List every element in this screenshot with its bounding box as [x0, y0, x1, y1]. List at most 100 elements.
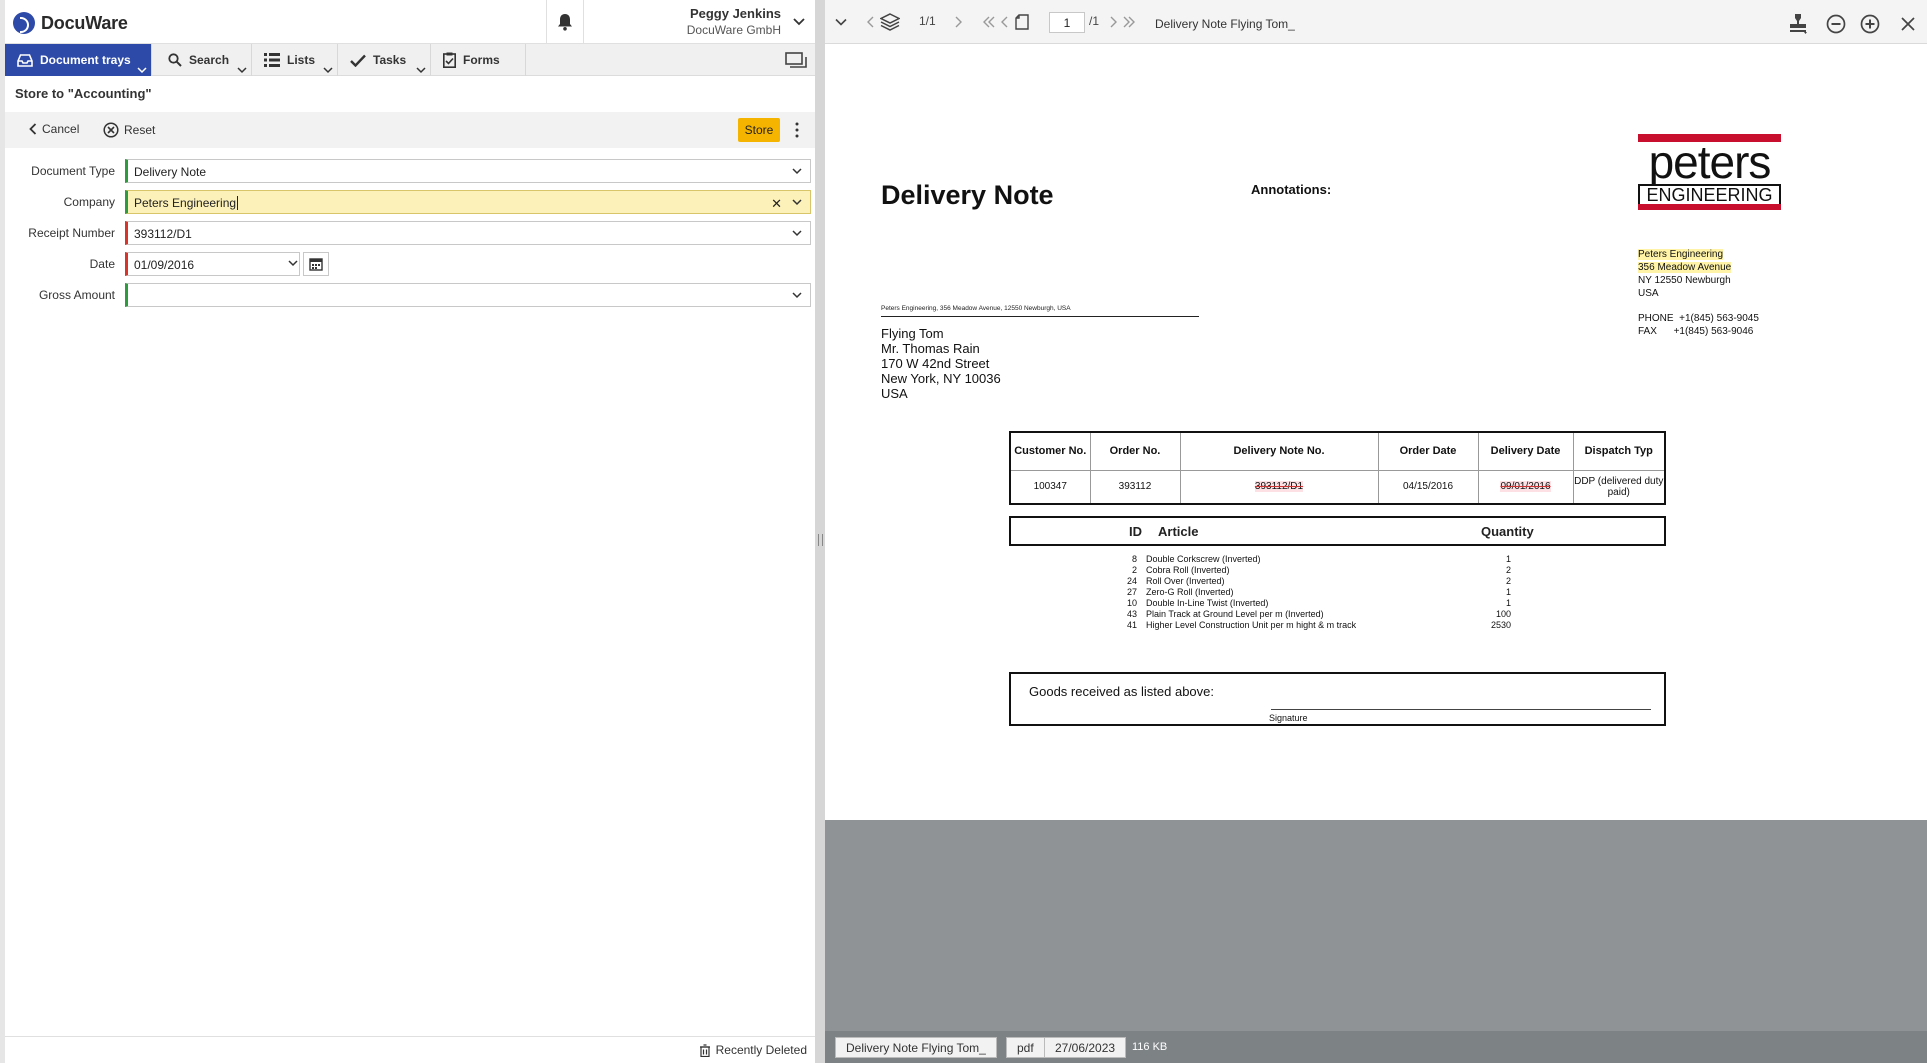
signature-line — [1271, 709, 1651, 710]
nav-search[interactable]: Search — [156, 44, 252, 76]
article-name: Zero-G Roll (Inverted) — [1146, 587, 1234, 597]
company-field[interactable]: Peters Engineering ✕ — [125, 190, 811, 214]
chevron-down-icon[interactable] — [137, 66, 147, 74]
article-name: Higher Level Construction Unit per m hig… — [1146, 620, 1357, 630]
zoom-out-icon[interactable] — [1826, 14, 1846, 34]
chevron-down-icon[interactable] — [791, 14, 807, 30]
recipient-line: 170 W 42nd Street — [881, 356, 990, 371]
receipt-number-field[interactable]: 393112/D1 — [125, 221, 811, 245]
annotations-label: Annotations: — [1251, 182, 1332, 197]
sender-company: Peters Engineering — [1638, 249, 1724, 260]
chevron-down-icon[interactable] — [792, 291, 802, 299]
recently-deleted-button[interactable]: Recently Deleted — [699, 1043, 807, 1057]
list-item: 27 Zero-G Roll (Inverted) 1 — [1009, 587, 1666, 598]
nav-tasks[interactable]: Tasks — [338, 44, 431, 76]
article-name: Roll Over (Inverted) — [1146, 576, 1225, 586]
logo-word: peters — [1648, 136, 1772, 188]
app-name: DocuWare — [41, 12, 128, 33]
form-row-receipt-number: Receipt Number 393112/D1 — [5, 221, 815, 245]
articles-header-id: ID — [1129, 524, 1142, 539]
document-heading: Delivery Note — [881, 180, 1054, 210]
clear-icon[interactable]: ✕ — [771, 196, 782, 212]
file-name-chip[interactable]: Delivery Note Flying Tom_ — [835, 1037, 997, 1058]
chevron-down-icon[interactable] — [416, 66, 426, 74]
gross-amount-field[interactable] — [125, 283, 811, 307]
document-page: Delivery Note Annotations: peters ENGINE… — [825, 44, 1927, 820]
chevron-down-icon[interactable] — [288, 259, 298, 267]
nav-lists[interactable]: Lists — [252, 44, 338, 76]
reset-button[interactable]: Reset — [103, 122, 155, 138]
signature-label: Signature — [1269, 713, 1308, 723]
recipient-line: Flying Tom — [881, 326, 944, 341]
date-label: Date — [89, 257, 115, 271]
form-row-gross-amount: Gross Amount — [5, 283, 815, 307]
previous-page-icon[interactable] — [1001, 16, 1008, 28]
table-header: Dispatch Typ — [1572, 431, 1666, 471]
page-number-input[interactable]: 1 — [1049, 12, 1085, 33]
chevron-down-icon[interactable] — [792, 198, 802, 206]
table-cell: 393112 — [1089, 469, 1181, 505]
chevron-down-icon[interactable] — [323, 66, 333, 74]
file-date-chip[interactable]: 27/06/2023 — [1044, 1037, 1127, 1058]
article-name: Cobra Roll (Inverted) — [1146, 565, 1230, 575]
nav-forms[interactable]: Forms — [431, 44, 526, 76]
window-icon[interactable] — [785, 52, 807, 68]
store-panel: DocuWare Peggy Jenkins DocuWare GmbH Doc… — [0, 0, 815, 1063]
chevron-down-icon[interactable] — [237, 66, 247, 74]
table-cell: DDP (delivered duty paid) — [1572, 469, 1666, 505]
stamp-icon[interactable] — [1787, 12, 1809, 34]
recently-deleted-label: Recently Deleted — [715, 1043, 807, 1057]
pane-divider[interactable] — [815, 0, 825, 1063]
recycle-icon — [699, 1043, 710, 1057]
sender-phone: PHONE +1(845) 563-9045 — [1638, 313, 1759, 324]
document-type-value: Delivery Note — [134, 165, 207, 179]
cancel-button[interactable]: Cancel — [29, 122, 79, 136]
viewer-toolbar: 1/1 1 /1 Delivery Note Flying Tom_ — [825, 0, 1927, 44]
date-field[interactable]: 01/09/2016 — [125, 252, 300, 276]
user-menu[interactable]: Peggy Jenkins DocuWare GmbH — [590, 6, 781, 37]
page-icon[interactable] — [1015, 14, 1029, 30]
zoom-in-icon[interactable] — [1860, 14, 1880, 34]
nav-label: Search — [189, 53, 230, 67]
document-type-field[interactable]: Delivery Note — [125, 159, 811, 183]
store-action-bar: Cancel Reset Store — [5, 112, 815, 148]
calendar-button[interactable] — [303, 252, 329, 276]
sender-address: Peters Engineering 356 Meadow Avenue NY … — [1638, 248, 1759, 338]
file-type-chip[interactable]: pdf — [1006, 1037, 1045, 1058]
first-page-icon[interactable] — [983, 16, 995, 28]
table-header: Customer No. — [1009, 431, 1091, 471]
next-page-icon[interactable] — [1110, 16, 1117, 28]
logo-subtitle: ENGINEERING — [1638, 184, 1781, 206]
article-qty: 1 — [1505, 554, 1511, 564]
kebab-icon[interactable] — [794, 122, 800, 138]
nav-label: Lists — [287, 53, 316, 67]
reset-icon — [103, 122, 119, 138]
viewer-footer: Delivery Note Flying Tom_ pdf 27/06/2023… — [825, 1031, 1927, 1063]
next-layer-icon[interactable] — [955, 16, 962, 28]
receipt-number-value: 393112/D1 — [134, 227, 192, 241]
article-qty: 100 — [1495, 609, 1511, 619]
article-name: Double In-Line Twist (Inverted) — [1146, 598, 1269, 608]
docuware-logo[interactable]: DocuWare — [13, 11, 128, 35]
chevron-down-icon[interactable] — [792, 167, 802, 175]
table-header: Delivery Date — [1477, 431, 1574, 471]
chevron-down-icon[interactable] — [792, 229, 802, 237]
chevron-down-icon[interactable] — [835, 18, 847, 26]
layers-icon[interactable] — [880, 13, 900, 31]
close-icon[interactable] — [1901, 17, 1915, 31]
delivery-info-table: Customer No. Order No. Delivery Note No.… — [1009, 431, 1666, 505]
divider-grip[interactable] — [818, 534, 823, 546]
previous-layer-icon[interactable] — [867, 16, 874, 28]
main-nav: Document trays Search Lists Tasks Forms — [5, 44, 815, 76]
last-page-icon[interactable] — [1123, 16, 1135, 28]
notifications-button[interactable] — [546, 0, 584, 44]
nav-document-trays[interactable]: Document trays — [5, 44, 152, 76]
search-icon — [168, 53, 182, 67]
bell-icon — [558, 14, 572, 31]
calendar-icon — [309, 258, 323, 271]
user-name: Peggy Jenkins — [689, 6, 781, 21]
recipient-line: Mr. Thomas Rain — [881, 341, 980, 356]
table-header: Delivery Note No. — [1179, 431, 1379, 471]
store-button[interactable]: Store — [738, 118, 780, 142]
article-id: 24 — [1126, 576, 1137, 586]
